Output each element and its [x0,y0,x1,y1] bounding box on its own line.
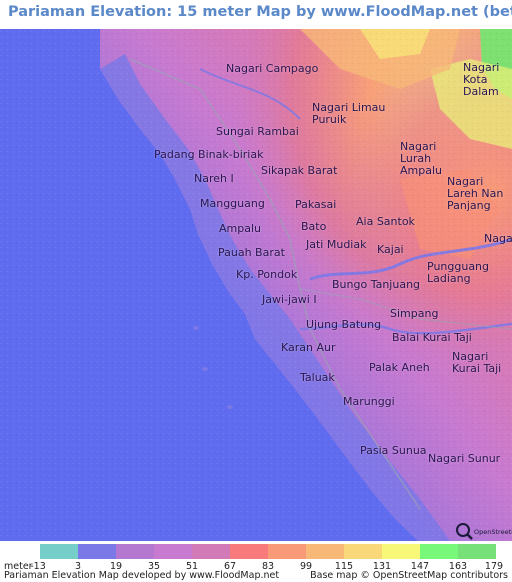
place-label: Simpang [390,307,439,320]
legend-swatch [40,544,78,559]
legend-swatch [78,544,116,559]
place-label: Nagari Limau Puruik [312,101,386,126]
place-label: Nareh I [194,172,234,185]
place-label: Balai Kurai Taji [392,331,472,344]
place-label: Pasia Sunua [360,444,427,457]
page-title: Pariaman Elevation: 15 meter Map by www.… [8,4,512,20]
place-label: Jawi-jawi I [262,293,317,306]
place-label: Jati Mudiak [306,238,367,251]
island [227,405,233,409]
place-label: Nagari Sunur [428,452,501,465]
place-label: Nagari Kurai Taji [452,350,502,375]
legend-swatch [306,544,344,559]
title-bar: Pariaman Elevation: 15 meter Map by www.… [0,0,512,29]
place-label: Sikapak Barat [261,164,338,177]
footer-attribution: Base map © OpenStreetMap contributors [310,570,508,581]
place-label: Aia Santok [356,215,415,228]
legend-swatch [458,544,496,559]
legend-swatch [154,544,192,559]
svg-text:OpenStreetMap: OpenStreetMap [474,528,512,536]
place-label: Bungo Tanjuang [332,278,421,291]
island [202,367,208,371]
place-label: Marunggi [343,395,395,408]
footer-credit: Pariaman Elevation Map developed by www.… [4,570,280,581]
place-label: Palak Aneh [369,361,430,374]
elevation-map[interactable]: OpenStreetMap Nagari Campago Nagari Kota… [0,29,512,541]
legend-swatch [230,544,268,559]
place-label: Pakasai [295,198,337,211]
place-label: Bato [301,220,327,233]
island [193,326,199,330]
legend-swatch [382,544,420,559]
place-label: Mangguang [200,197,265,210]
legend-swatch [192,544,230,559]
place-label: Nagari Lurah Ampalu [400,140,442,177]
legend-swatch [420,544,458,559]
place-label: Kajai [377,243,404,256]
legend-swatch [268,544,306,559]
place-label: Nagari Kota Dalam [463,61,500,98]
place-label: Kp. Pondok [236,268,298,281]
place-label: Nagari Lareh Nan Panjang [447,175,504,212]
place-label: Padang Binak-biriak [154,148,264,161]
place-label: Taluak [300,371,335,384]
place-label: Pauah Barat [218,246,285,259]
legend-swatch [344,544,382,559]
place-label: Nagari Campago [226,62,319,75]
legend-swatch [116,544,154,559]
place-label: Ujung Batung [306,318,382,331]
place-label: Nagari [484,232,512,245]
place-label: Sungai Rambai [216,125,299,138]
elevation-legend [0,544,512,559]
place-label: Karan Aur [281,341,336,354]
place-label: Pungguang Ladiang [427,260,490,285]
place-label: Ampalu [219,222,261,235]
